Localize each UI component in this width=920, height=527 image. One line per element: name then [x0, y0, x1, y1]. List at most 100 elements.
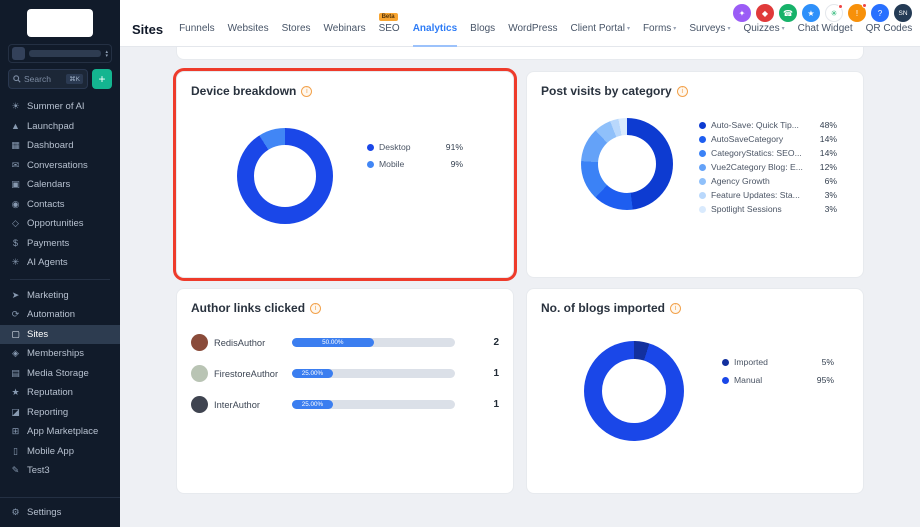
sun-icon: ☀ [10, 101, 21, 112]
chart-area: Imported5%Manual95% [541, 341, 849, 441]
community-icon[interactable]: ✳ [825, 4, 843, 22]
legend-label: Spotlight Sessions [711, 204, 812, 214]
blogs-imported-donut [584, 341, 684, 441]
sidebar-item-reporting[interactable]: ◪Reporting [0, 403, 120, 423]
tab-label: Funnels [179, 23, 215, 34]
gear-icon: ⚙ [10, 507, 21, 518]
sidebar-item-marketing[interactable]: ➤Marketing [0, 286, 120, 306]
sidebar-item-test3[interactable]: ✎Test3 [0, 461, 120, 481]
tab-label: Surveys [689, 23, 725, 34]
sidebar-item-automation[interactable]: ⟳Automation [0, 305, 120, 325]
sidebar-item-reputation[interactable]: ★Reputation [0, 383, 120, 403]
tab-label: SEO [379, 23, 400, 34]
card-header: Device breakdown i [191, 84, 499, 98]
legend-dot-icon [699, 164, 706, 171]
page-header: Sites Funnels Websites Stores Webinars SEOBe… [120, 0, 920, 47]
legend-row: Mobile9% [367, 159, 463, 169]
legend-dot-icon [722, 359, 729, 366]
legend-value: 9% [443, 159, 463, 169]
tab-stores[interactable]: Stores [282, 0, 311, 47]
tab-wordpress[interactable]: WordPress [508, 0, 557, 47]
tab-label: Client Portal [570, 23, 624, 34]
info-icon[interactable]: i [677, 86, 688, 97]
sidebar-item-summer-of-ai[interactable]: ☀Summer of AI [0, 97, 120, 117]
sidebar-search-row: Search ⌘K + [8, 69, 112, 89]
sidebar-item-media-storage[interactable]: ▤Media Storage [0, 364, 120, 384]
sidebar-item-app-marketplace[interactable]: ⊞App Marketplace [0, 422, 120, 442]
sidebar-nav: ☀Summer of AI▲Launchpad▦Dashboard✉Conver… [0, 97, 120, 497]
media-icon[interactable]: ◆ [756, 4, 774, 22]
labs-icon[interactable]: ✦ [733, 4, 751, 22]
sidebar-item-label: App Marketplace [27, 426, 98, 437]
tab-client-portal[interactable]: Client Portal▾ [570, 0, 629, 47]
sidebar-item-label: Reputation [27, 387, 73, 398]
sidebar-item-memberships[interactable]: ◈Memberships [0, 344, 120, 364]
tab-analytics[interactable]: Analytics [413, 0, 457, 47]
sidebar-item-settings[interactable]: ⚙ Settings [0, 497, 120, 527]
author-row: InterAuthor25.00%1 [191, 389, 499, 420]
dashboard-icon: ▦ [10, 140, 21, 151]
legend-value: 3% [817, 190, 837, 200]
test-icon: ✎ [10, 465, 21, 476]
legend-value: 95% [814, 375, 834, 385]
chart-legend: Desktop 91% Mobile9% [367, 142, 463, 224]
education-icon[interactable]: ★ [802, 4, 820, 22]
legend-label: Desktop [379, 142, 438, 152]
legend-row: Manual95% [722, 375, 834, 385]
analytics-grid: Device breakdown i Desktop 91% Mobile9% Po… [176, 71, 864, 494]
sidebar-item-label: Contacts [27, 199, 65, 210]
legend-value: 91% [443, 142, 463, 152]
sidebar-item-ai-agents[interactable]: ✳AI Agents [0, 253, 120, 273]
tab-surveys[interactable]: Surveys▾ [689, 0, 730, 47]
sidebar-item-payments[interactable]: $Payments [0, 234, 120, 254]
help-icon[interactable]: ? [871, 4, 889, 22]
reporting-icon: ◪ [10, 407, 21, 418]
info-icon[interactable]: i [301, 86, 312, 97]
sidebar-item-mobile-app[interactable]: ▯Mobile App [0, 442, 120, 462]
card-post-visits-by-category: Post visits by category i Auto-Save: Qui… [526, 71, 864, 278]
legend-label: Vue2Category Blog: E... [711, 162, 812, 172]
tab-seo[interactable]: SEOBeta [379, 0, 400, 47]
account-switcher-chevrons-icon: ▴ ▾ [105, 50, 108, 58]
phone-icon[interactable]: ☎ [779, 4, 797, 22]
sidebar-item-sites[interactable]: ▢Sites [0, 325, 120, 345]
tab-forms[interactable]: Forms▾ [643, 0, 676, 47]
page-title: Sites [132, 10, 163, 37]
account-switcher[interactable]: ▴ ▾ [8, 44, 112, 63]
card-title: Device breakdown [191, 84, 296, 98]
sidebar-item-contacts[interactable]: ◉ Contacts [0, 195, 120, 215]
notifications-bell-icon[interactable]: ! [848, 4, 866, 22]
card-blogs-imported: No. of blogs imported i Imported5%Manual… [526, 288, 864, 494]
legend-dot-icon [367, 144, 374, 151]
info-icon[interactable]: i [310, 303, 321, 314]
info-icon[interactable]: i [670, 303, 681, 314]
sidebar-search-input[interactable]: Search ⌘K [8, 69, 88, 89]
sidebar-divider [10, 279, 110, 280]
sidebar-item-dashboard[interactable]: ▦Dashboard [0, 136, 120, 156]
device-breakdown-donut [237, 128, 333, 224]
notification-dot [862, 3, 867, 8]
tab-funnels[interactable]: Funnels [179, 0, 215, 47]
legend-dot-icon [699, 206, 706, 213]
author-links-list: RedisAuthor50.00%2FirestoreAuthor25.00%1… [191, 327, 499, 420]
sidebar-item-opportunities[interactable]: ◇Opportunities [0, 214, 120, 234]
contacts-icon: ◉ [10, 199, 21, 210]
legend-label: Auto-Save: Quick Tip... [711, 120, 812, 130]
tab-label: WordPress [508, 23, 557, 34]
author-row: FirestoreAuthor25.00%1 [191, 358, 499, 389]
quick-add-button[interactable]: + [92, 69, 112, 89]
tab-websites[interactable]: Websites [228, 0, 269, 47]
tab-webinars[interactable]: Webinars [324, 0, 366, 47]
author-progress-fill: 25.00% [292, 400, 333, 409]
sidebar-item-launchpad[interactable]: ▲Launchpad [0, 117, 120, 137]
chart-legend: Imported5%Manual95% [722, 357, 834, 441]
analytics-content[interactable]: Device breakdown i Desktop 91% Mobile9% Po… [120, 47, 920, 527]
sidebar-item-calendars[interactable]: ▣Calendars [0, 175, 120, 195]
tab-label: Forms [643, 23, 671, 34]
card-header: No. of blogs imported i [541, 301, 849, 315]
agency-logo[interactable] [27, 9, 93, 37]
user-avatar[interactable]: SN [894, 4, 912, 22]
tab-blogs[interactable]: Blogs [470, 0, 495, 47]
sidebar-item-conversations[interactable]: ✉Conversations [0, 156, 120, 176]
legend-label: Imported [734, 357, 809, 367]
